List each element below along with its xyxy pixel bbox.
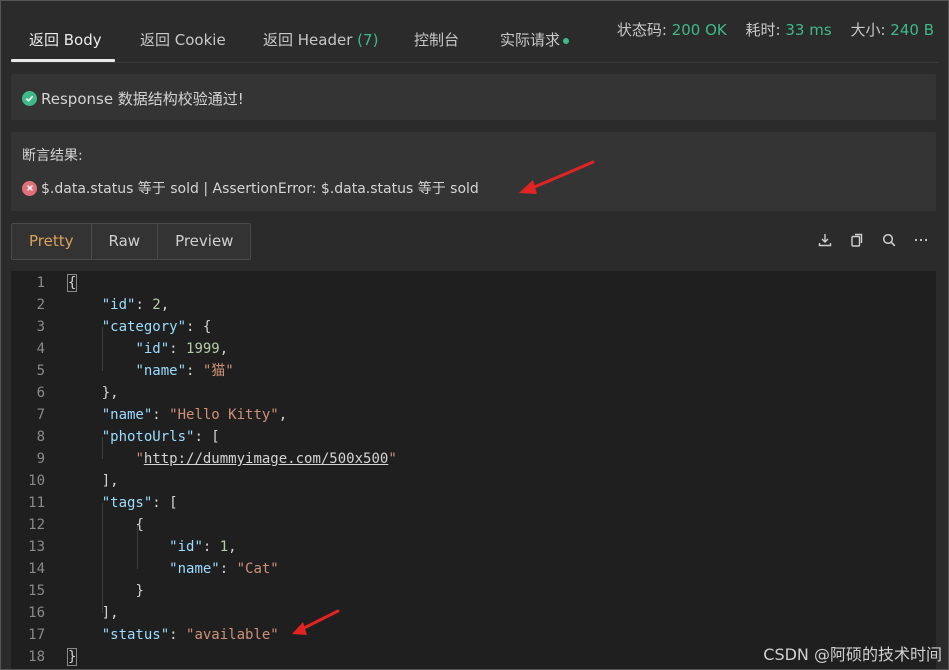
- time-label: 耗时:: [745, 21, 781, 39]
- download-icon[interactable]: [816, 231, 834, 249]
- code-line: 11 "tags": [: [28, 495, 178, 511]
- size-label: 大小:: [850, 21, 886, 39]
- code-line: 1{: [36, 274, 78, 292]
- code-line: 13 "id": 1,: [28, 539, 237, 555]
- status-dot-icon: [563, 37, 570, 44]
- status-code-label: 状态码:: [616, 21, 667, 39]
- photo-url-link[interactable]: http://dummyimage.com/500x500: [144, 451, 388, 467]
- code-line: 14 "name": "Cat": [28, 561, 279, 577]
- assertion-panel: 断言结果: $.data.status 等于 sold | AssertionE…: [11, 132, 936, 211]
- tab-actual-request-label: 实际请求: [500, 31, 561, 49]
- code-line: 12 {: [28, 517, 144, 533]
- response-status: 状态码: 200 OK 耗时: 33 ms 大小: 240 B: [617, 19, 934, 40]
- size-value: 240 B: [890, 21, 934, 39]
- response-toolbar: [816, 231, 930, 249]
- response-panel: 返回 Body 返回 Cookie 返回 Header (7) 控制台 实际请求…: [0, 0, 949, 670]
- code-line: 9 "http://dummyimage.com/500x500": [36, 451, 397, 467]
- code-line: 15 }: [28, 583, 144, 599]
- tab-cookie[interactable]: 返回 Cookie: [140, 29, 226, 50]
- view-mode-switch: Pretty Raw Preview: [11, 223, 252, 260]
- code-line: 10 ],: [28, 473, 119, 489]
- code-line: 5 "name": "猫": [36, 363, 234, 379]
- tabs-divider: [11, 62, 938, 63]
- json-code-viewer[interactable]: 1{ 2 "id": 2, 3 "category": { 4 "id": 19…: [11, 271, 936, 669]
- tab-header[interactable]: 返回 Header (7): [263, 29, 378, 50]
- search-icon[interactable]: [880, 231, 898, 249]
- tab-console[interactable]: 控制台: [414, 29, 459, 50]
- view-preview-button[interactable]: Preview: [158, 224, 250, 259]
- tab-header-count: (7): [357, 31, 379, 49]
- code-line: 16 ],: [28, 605, 119, 621]
- view-raw-button[interactable]: Raw: [92, 224, 159, 259]
- code-line: 4 "id": 1999,: [36, 341, 229, 357]
- code-line: 6 },: [36, 385, 119, 401]
- annotation-arrow-icon: [519, 160, 595, 194]
- more-icon[interactable]: [912, 231, 930, 249]
- tab-actual-request[interactable]: 实际请求: [500, 29, 570, 50]
- error-circle-icon: [22, 180, 37, 196]
- annotation-arrow-icon: [292, 609, 340, 635]
- view-pretty-button[interactable]: Pretty: [12, 224, 92, 259]
- tab-body[interactable]: 返回 Body: [29, 29, 102, 50]
- code-line: 3 "category": {: [36, 319, 212, 335]
- code-line: 2 "id": 2,: [36, 297, 170, 313]
- assertion-title: 断言结果:: [22, 148, 83, 164]
- time-value: 33 ms: [785, 21, 832, 39]
- status-code-value: 200 OK: [671, 21, 727, 39]
- assertion-error-message: $.data.status 等于 sold | AssertionError: …: [41, 181, 479, 197]
- copy-icon[interactable]: [848, 231, 866, 249]
- watermark: CSDN @阿硕的技术时间: [763, 645, 942, 664]
- validation-message: Response 数据结构校验通过!: [41, 90, 244, 108]
- tab-header-label: 返回 Header: [263, 31, 353, 49]
- code-line: 8 "photoUrls": [: [36, 429, 220, 445]
- check-circle-icon: [22, 91, 37, 106]
- code-line: 7 "name": "Hello Kitty",: [36, 407, 288, 423]
- validation-panel: Response 数据结构校验通过!: [11, 74, 936, 120]
